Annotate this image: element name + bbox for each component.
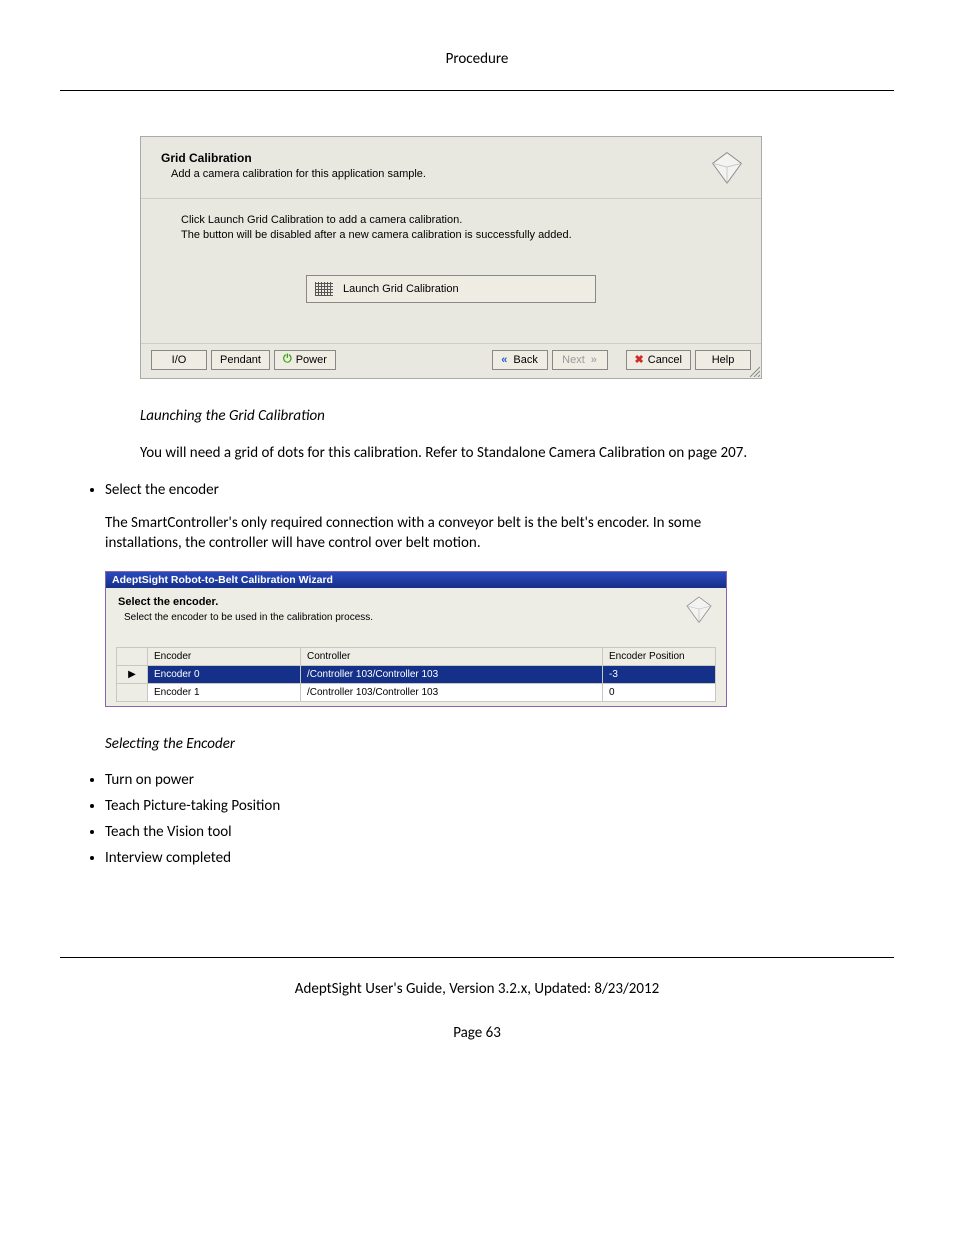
- power-icon: ⏻: [283, 353, 292, 366]
- pendant-button[interactable]: Pendant: [211, 350, 270, 370]
- encoder-table[interactable]: Encoder Controller Encoder Position ▶ En…: [116, 647, 716, 702]
- instruction-line-1: Click Launch Grid Calibration to add a c…: [181, 214, 462, 226]
- bullet-interview-completed: Interview completed: [105, 849, 894, 867]
- power-button[interactable]: ⏻Power: [274, 350, 336, 370]
- cancel-button[interactable]: ✖Cancel: [626, 350, 691, 370]
- dialog-body: Click Launch Grid Calibration to add a c…: [141, 199, 761, 343]
- encoder-head-title: Select the encoder.: [118, 596, 714, 608]
- launch-button-label: Launch Grid Calibration: [343, 283, 459, 295]
- bullet-teach-picture-position: Teach Picture-taking Position: [105, 797, 894, 815]
- footer-text: AdeptSight User's Guide, Version 3.2.x, …: [295, 980, 659, 998]
- figure2-caption: Selecting the Encoder: [105, 735, 894, 753]
- encoder-head-sub: Select the encoder to be used in the cal…: [118, 612, 714, 623]
- bullet-turn-on-power: Turn on power: [105, 771, 894, 789]
- grid-icon: [315, 282, 333, 296]
- dialog-footer: I/O Pendant ⏻Power Back Next ✖Cancel Hel…: [141, 343, 761, 378]
- dialog-subtitle: Add a camera calibration for this applic…: [161, 168, 741, 180]
- table-header-row: Encoder Controller Encoder Position: [117, 648, 716, 666]
- paragraph-grid-note: You will need a grid of dots for this ca…: [140, 443, 760, 463]
- encoder-wizard-dialog: AdeptSight Robot-to-Belt Calibration Wiz…: [105, 571, 727, 707]
- col-controller: Controller: [301, 648, 603, 666]
- page-header: Procedure: [60, 50, 894, 91]
- dialog-header: Grid Calibration Add a camera calibratio…: [141, 137, 761, 199]
- col-encoder: Encoder: [148, 648, 301, 666]
- wizard-diamond-icon: [709, 149, 745, 185]
- figure1-caption: Launching the Grid Calibration: [140, 407, 894, 425]
- dialog-instructions: Click Launch Grid Calibration to add a c…: [161, 213, 741, 243]
- encoder-wizard-titlebar: AdeptSight Robot-to-Belt Calibration Wiz…: [106, 572, 726, 588]
- row-marker: [117, 684, 148, 702]
- io-button[interactable]: I/O: [151, 350, 207, 370]
- encoder-wizard-header: Select the encoder. Select the encoder t…: [106, 588, 726, 647]
- cell-position: -3: [603, 666, 716, 684]
- cell-encoder: Encoder 0: [148, 666, 301, 684]
- next-button[interactable]: Next: [552, 350, 608, 370]
- help-button[interactable]: Help: [695, 350, 751, 370]
- cell-controller: /Controller 103/Controller 103: [301, 666, 603, 684]
- instruction-line-2: The button will be disabled after a new …: [181, 229, 572, 241]
- resize-grip-icon: [748, 365, 760, 377]
- back-button[interactable]: Back: [492, 350, 548, 370]
- table-row[interactable]: Encoder 1 /Controller 103/Controller 103…: [117, 684, 716, 702]
- dialog-title: Grid Calibration: [161, 151, 741, 165]
- launch-grid-calibration-button[interactable]: Launch Grid Calibration: [306, 275, 596, 303]
- bullet-teach-vision-tool: Teach the Vision tool: [105, 823, 894, 841]
- page-number: Page 63: [60, 1024, 894, 1042]
- cell-position: 0: [603, 684, 716, 702]
- grid-calibration-dialog: Grid Calibration Add a camera calibratio…: [140, 136, 762, 379]
- row-marker: ▶: [117, 666, 148, 684]
- wizard-diamond-icon: [684, 594, 714, 624]
- header-title: Procedure: [446, 50, 509, 68]
- bullet-select-encoder: Select the encoder The SmartController's…: [105, 481, 894, 754]
- page-footer: AdeptSight User's Guide, Version 3.2.x, …: [60, 957, 894, 998]
- col-position: Encoder Position: [603, 648, 716, 666]
- cancel-icon: ✖: [635, 353, 644, 366]
- paragraph-encoder: The SmartController's only required conn…: [105, 513, 725, 554]
- cell-encoder: Encoder 1: [148, 684, 301, 702]
- table-row[interactable]: ▶ Encoder 0 /Controller 103/Controller 1…: [117, 666, 716, 684]
- cell-controller: /Controller 103/Controller 103: [301, 684, 603, 702]
- col-marker: [117, 648, 148, 666]
